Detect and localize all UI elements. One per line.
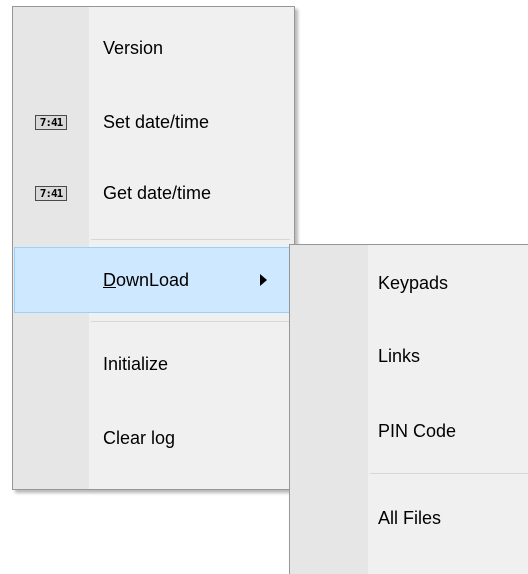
submenu-item-keypads[interactable]: Keypads: [292, 260, 528, 306]
submenu-item-pin-code-label: PIN Code: [378, 420, 457, 441]
clock-icon: 7:41: [35, 185, 67, 201]
menu-item-set-date-time-label: Set date/time: [103, 111, 210, 132]
menu-item-clear-log-label: Clear log: [103, 427, 176, 448]
menu-item-version-label: Version: [103, 37, 164, 58]
menu-item-version[interactable]: Version: [15, 25, 292, 71]
menu-item-download[interactable]: DownLoad: [14, 247, 293, 313]
submenu-item-links-label: Links: [378, 345, 421, 366]
menu-separator: [370, 473, 528, 474]
clock-icon: 7:41: [35, 114, 67, 130]
submenu-item-all-files[interactable]: All Files: [292, 495, 528, 541]
menu-item-get-date-time-label: Get date/time: [103, 182, 212, 203]
download-submenu: Keypads Links PIN Code All Files: [289, 244, 528, 574]
menu-separator: [91, 239, 290, 240]
menu-item-get-date-time[interactable]: 7:41 Get date/time: [15, 170, 292, 216]
menu-item-clear-log[interactable]: Clear log: [15, 415, 292, 461]
submenu-item-links[interactable]: Links: [292, 333, 528, 379]
menu-item-initialize-label: Initialize: [103, 353, 169, 374]
submenu-item-keypads-label: Keypads: [378, 272, 449, 293]
menu-item-initialize[interactable]: Initialize: [15, 341, 292, 387]
menu-separator: [91, 321, 290, 322]
menu-item-download-label: DownLoad: [103, 269, 190, 290]
submenu-item-pin-code[interactable]: PIN Code: [292, 408, 528, 454]
submenu-item-all-files-label: All Files: [378, 507, 442, 528]
context-menu: Version 7:41 Set date/time 7:41 Get date…: [12, 6, 295, 490]
menu-item-set-date-time[interactable]: 7:41 Set date/time: [15, 99, 292, 145]
submenu-arrow-icon: [260, 274, 267, 286]
